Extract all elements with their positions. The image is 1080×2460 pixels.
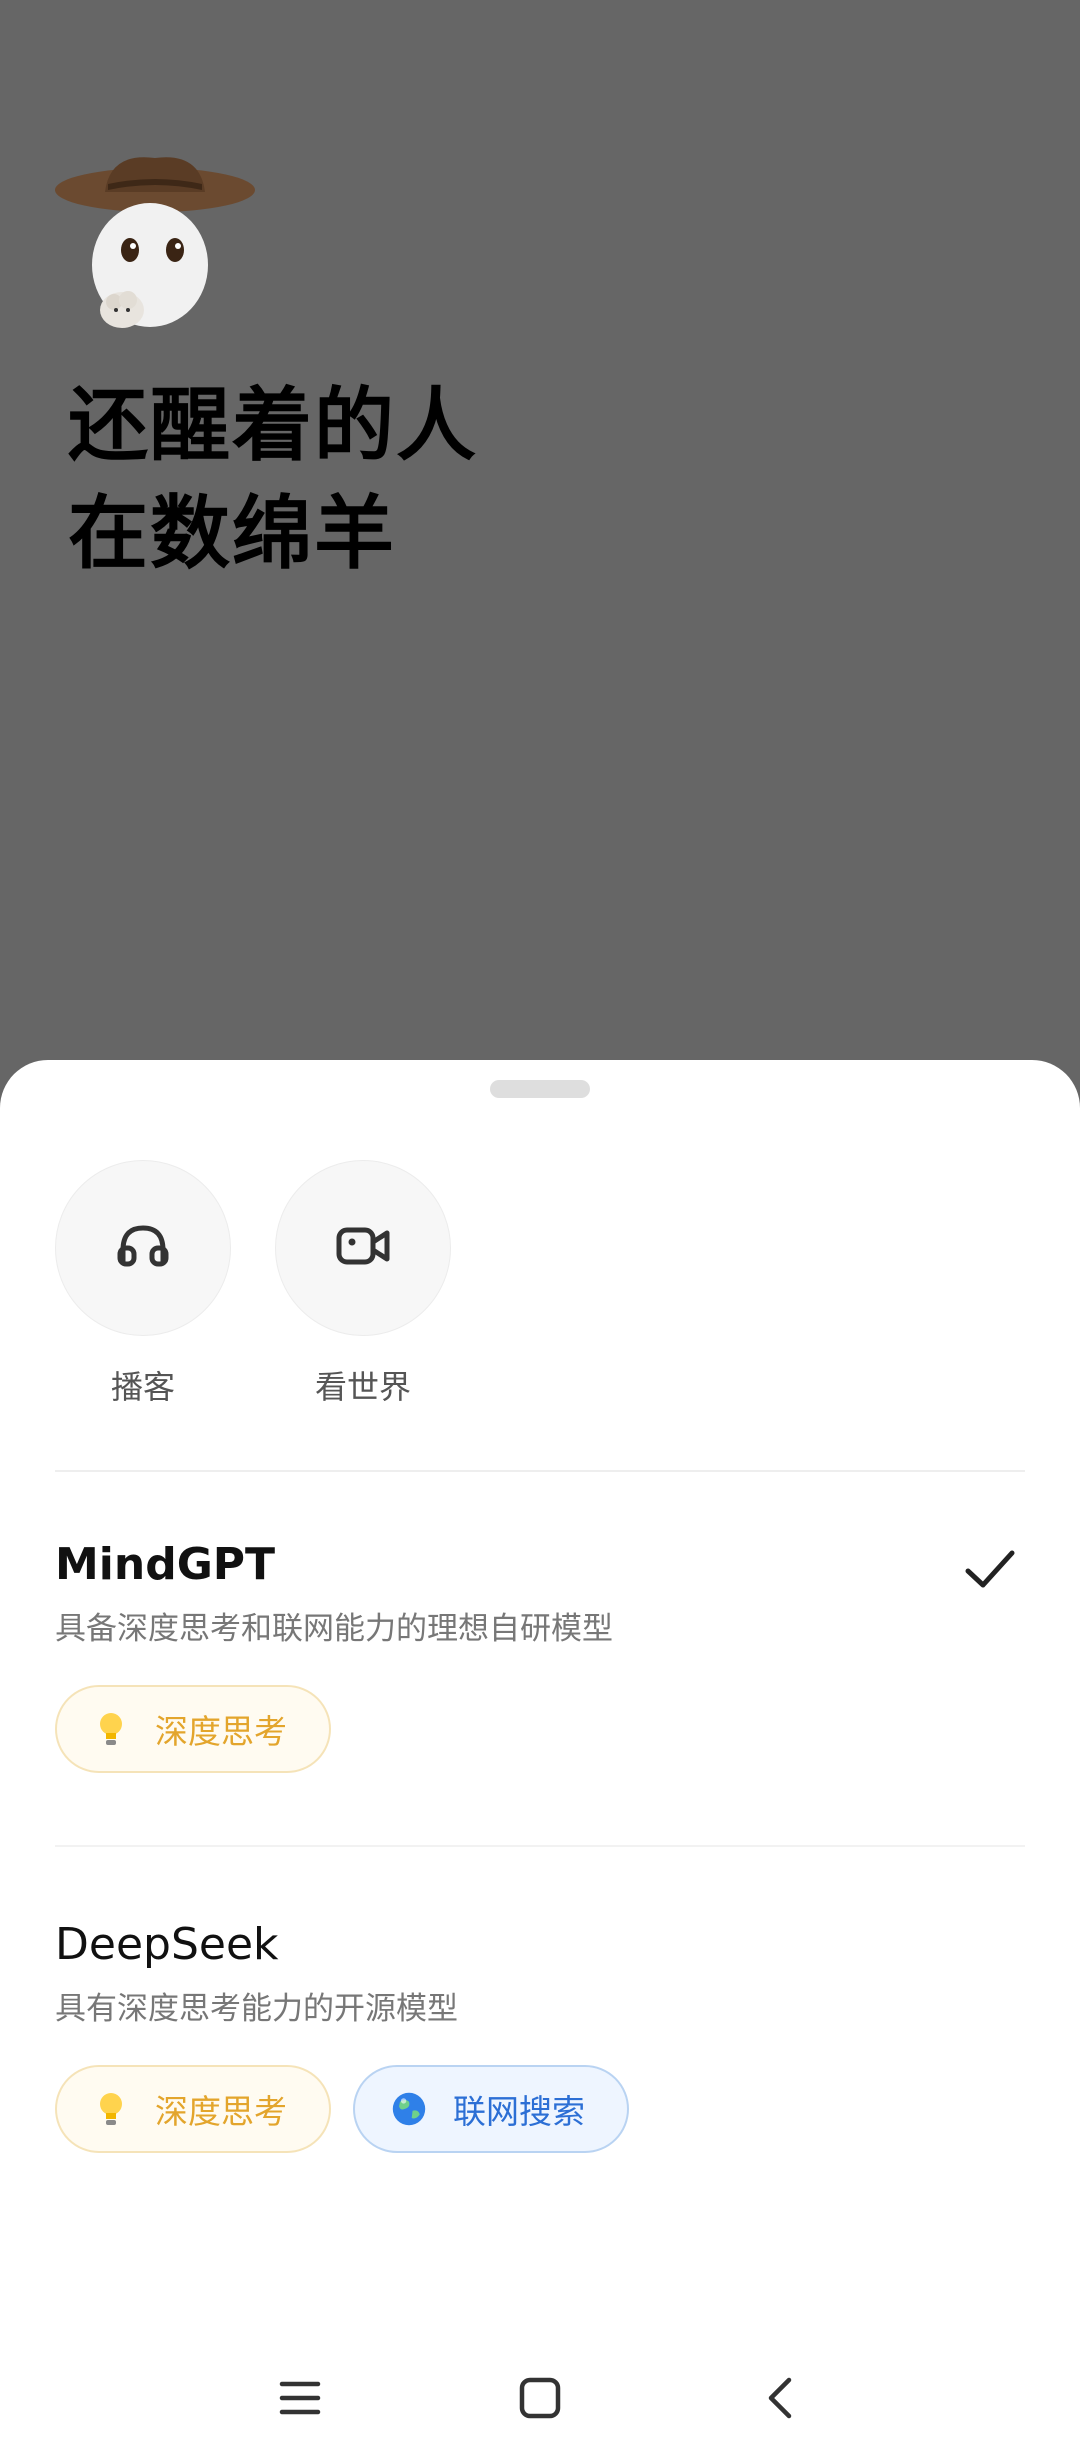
section-divider — [55, 1470, 1025, 1472]
web-search-tag[interactable]: 联网搜索 — [353, 2065, 629, 2153]
home-icon — [518, 2376, 562, 2424]
model-name: MindGPT — [55, 1539, 276, 1590]
lightbulb-icon — [93, 2091, 129, 2127]
model-description: 具备深度思考和联网能力的理想自研模型 — [55, 1611, 613, 1647]
model-option-deepseek[interactable]: DeepSeek 具有深度思考能力的开源模型 深度思考 联网搜索 — [0, 1915, 1080, 2215]
deep-think-tag[interactable]: 深度思考 — [55, 1685, 331, 1773]
home-button[interactable] — [510, 2370, 570, 2430]
deep-think-tag-label: 深度思考 — [155, 2092, 287, 2131]
back-icon — [765, 2376, 795, 2424]
headline-text: 还醒着的人 在数绵羊 — [68, 372, 478, 588]
menu-icon — [278, 2378, 322, 2422]
web-search-tag-label: 联网搜索 — [453, 2092, 585, 2131]
deep-think-tag[interactable]: 深度思考 — [55, 2065, 331, 2153]
model-option-mindgpt[interactable]: MindGPT 具备深度思考和联网能力的理想自研模型 深度思考 — [0, 1535, 1080, 1835]
quick-action-view-world[interactable]: 看世界 — [275, 1160, 451, 1408]
podcast-icon — [115, 1224, 171, 1272]
navigation-bar — [0, 2340, 1080, 2460]
quick-action-podcast[interactable]: 播客 — [55, 1160, 231, 1408]
quick-action-view-world-circle[interactable] — [275, 1160, 451, 1336]
model-description: 具有深度思考能力的开源模型 — [55, 1991, 458, 2027]
model-capability-tags: 深度思考 — [55, 1685, 331, 1773]
menu-button[interactable] — [270, 2370, 330, 2430]
quick-action-podcast-label: 播客 — [110, 1368, 175, 1406]
headline-line-2: 在数绵羊 — [68, 487, 396, 580]
model-capability-tags: 深度思考 联网搜索 — [55, 2065, 629, 2153]
headline-line-1: 还醒着的人 — [68, 379, 478, 472]
model-selection-sheet: 播客 看世界 MindGPT 具备深度思考和联网能力的理想自研模型 深度思考 D… — [0, 1060, 1080, 2460]
globe-icon — [391, 2091, 427, 2127]
video-camera-icon — [335, 1224, 391, 1272]
model-name: DeepSeek — [55, 1919, 279, 1970]
model-divider — [55, 1845, 1025, 1847]
quick-action-podcast-circle[interactable] — [55, 1160, 231, 1336]
cowboy-mascot-sheep-sticker — [50, 150, 260, 350]
deep-think-tag-label: 深度思考 — [155, 1712, 287, 1751]
quick-action-view-world-label: 看世界 — [314, 1368, 411, 1406]
back-button[interactable] — [750, 2370, 810, 2430]
lightbulb-icon — [93, 1711, 129, 1747]
check-icon — [962, 1545, 1018, 1595]
sheet-drag-handle[interactable] — [490, 1080, 590, 1098]
